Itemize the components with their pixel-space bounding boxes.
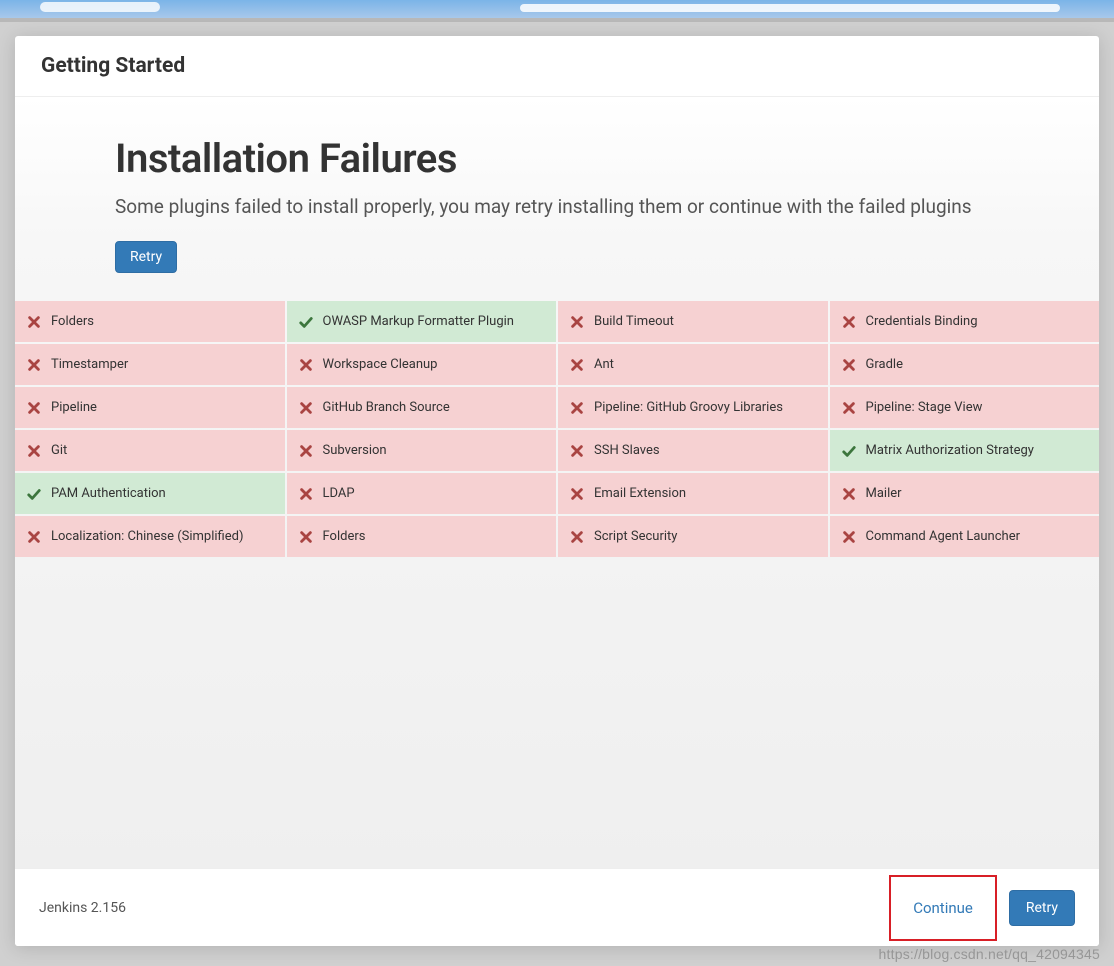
plugin-cell: Matrix Authorization Strategy — [830, 430, 1100, 471]
x-icon — [27, 530, 41, 544]
plugin-cell: Pipeline: GitHub Groovy Libraries — [558, 387, 828, 428]
page-backdrop: Getting Started Installation Failures So… — [0, 22, 1114, 946]
page-subtitle: Some plugins failed to install properly,… — [115, 192, 999, 221]
plugin-cell: Credentials Binding — [830, 301, 1100, 342]
check-icon — [299, 315, 313, 329]
dialog-footer: Jenkins 2.156 Continue Retry — [15, 868, 1099, 946]
x-icon — [570, 487, 584, 501]
plugin-cell: GitHub Branch Source — [287, 387, 557, 428]
footer-actions: Continue Retry — [889, 875, 1075, 941]
x-icon — [27, 315, 41, 329]
plugin-name: Pipeline — [51, 400, 97, 415]
background-sky — [0, 0, 1114, 18]
plugin-cell: Command Agent Launcher — [830, 516, 1100, 557]
x-icon — [570, 530, 584, 544]
plugin-name: Subversion — [323, 443, 387, 458]
x-icon — [299, 530, 313, 544]
x-icon — [299, 444, 313, 458]
plugin-cell: Subversion — [287, 430, 557, 471]
watermark: https://blog.csdn.net/qq_42094345 — [879, 946, 1100, 962]
page-title: Installation Failures — [115, 135, 999, 182]
plugin-cell: Folders — [287, 516, 557, 557]
dialog-content: Installation Failures Some plugins faile… — [15, 97, 1099, 868]
plugin-cell: Git — [15, 430, 285, 471]
plugin-name: Timestamper — [51, 357, 128, 372]
plugin-name: Matrix Authorization Strategy — [866, 443, 1034, 458]
content-inner: Installation Failures Some plugins faile… — [15, 97, 1099, 273]
plugin-name: Workspace Cleanup — [323, 357, 438, 372]
plugin-cell: Folders — [15, 301, 285, 342]
x-icon — [842, 487, 856, 501]
check-icon — [27, 487, 41, 501]
plugin-cell: LDAP — [287, 473, 557, 514]
plugin-name: OWASP Markup Formatter Plugin — [323, 314, 514, 329]
plugin-name: Command Agent Launcher — [866, 529, 1021, 544]
plugin-name: SSH Slaves — [594, 443, 660, 458]
x-icon — [570, 401, 584, 415]
version-label: Jenkins 2.156 — [39, 900, 126, 916]
plugin-name: Credentials Binding — [866, 314, 978, 329]
plugin-cell: PAM Authentication — [15, 473, 285, 514]
x-icon — [570, 358, 584, 372]
setup-wizard-dialog: Getting Started Installation Failures So… — [15, 36, 1099, 946]
x-icon — [570, 444, 584, 458]
plugin-name: Git — [51, 443, 67, 458]
plugin-cell: Timestamper — [15, 344, 285, 385]
plugin-cell: Gradle — [830, 344, 1100, 385]
plugin-cell: Build Timeout — [558, 301, 828, 342]
plugin-cell: Ant — [558, 344, 828, 385]
plugin-name: Script Security — [594, 529, 677, 544]
plugin-name: Email Extension — [594, 486, 686, 501]
x-icon — [27, 401, 41, 415]
plugin-name: Folders — [323, 529, 366, 544]
x-icon — [842, 530, 856, 544]
plugin-cell: OWASP Markup Formatter Plugin — [287, 301, 557, 342]
x-icon — [299, 401, 313, 415]
plugin-name: Gradle — [866, 357, 903, 372]
x-icon — [27, 444, 41, 458]
continue-button[interactable]: Continue — [889, 875, 997, 941]
plugin-cell: Email Extension — [558, 473, 828, 514]
plugin-name: LDAP — [323, 486, 355, 501]
plugin-cell: Workspace Cleanup — [287, 344, 557, 385]
plugin-cell: SSH Slaves — [558, 430, 828, 471]
plugin-name: PAM Authentication — [51, 486, 166, 501]
plugin-name: Ant — [594, 357, 614, 372]
plugin-name: Pipeline: GitHub Groovy Libraries — [594, 400, 783, 415]
x-icon — [299, 358, 313, 372]
plugin-name: Localization: Chinese (Simplified) — [51, 529, 244, 544]
plugin-cell: Localization: Chinese (Simplified) — [15, 516, 285, 557]
plugin-grid: Folders OWASP Markup Formatter Plugin Buil… — [15, 301, 1099, 557]
plugin-name: Build Timeout — [594, 314, 674, 329]
plugin-name: Folders — [51, 314, 94, 329]
x-icon — [299, 487, 313, 501]
plugin-cell: Mailer — [830, 473, 1100, 514]
x-icon — [842, 315, 856, 329]
dialog-title: Getting Started — [41, 54, 1073, 78]
plugin-cell: Script Security — [558, 516, 828, 557]
x-icon — [842, 358, 856, 372]
x-icon — [570, 315, 584, 329]
retry-footer-button[interactable]: Retry — [1009, 890, 1075, 926]
x-icon — [27, 358, 41, 372]
plugin-name: Pipeline: Stage View — [866, 400, 983, 415]
plugin-name: GitHub Branch Source — [323, 400, 450, 415]
dialog-header: Getting Started — [15, 36, 1099, 97]
plugin-cell: Pipeline: Stage View — [830, 387, 1100, 428]
plugin-cell: Pipeline — [15, 387, 285, 428]
plugin-name: Mailer — [866, 486, 902, 501]
check-icon — [842, 444, 856, 458]
x-icon — [842, 401, 856, 415]
retry-button[interactable]: Retry — [115, 241, 177, 273]
